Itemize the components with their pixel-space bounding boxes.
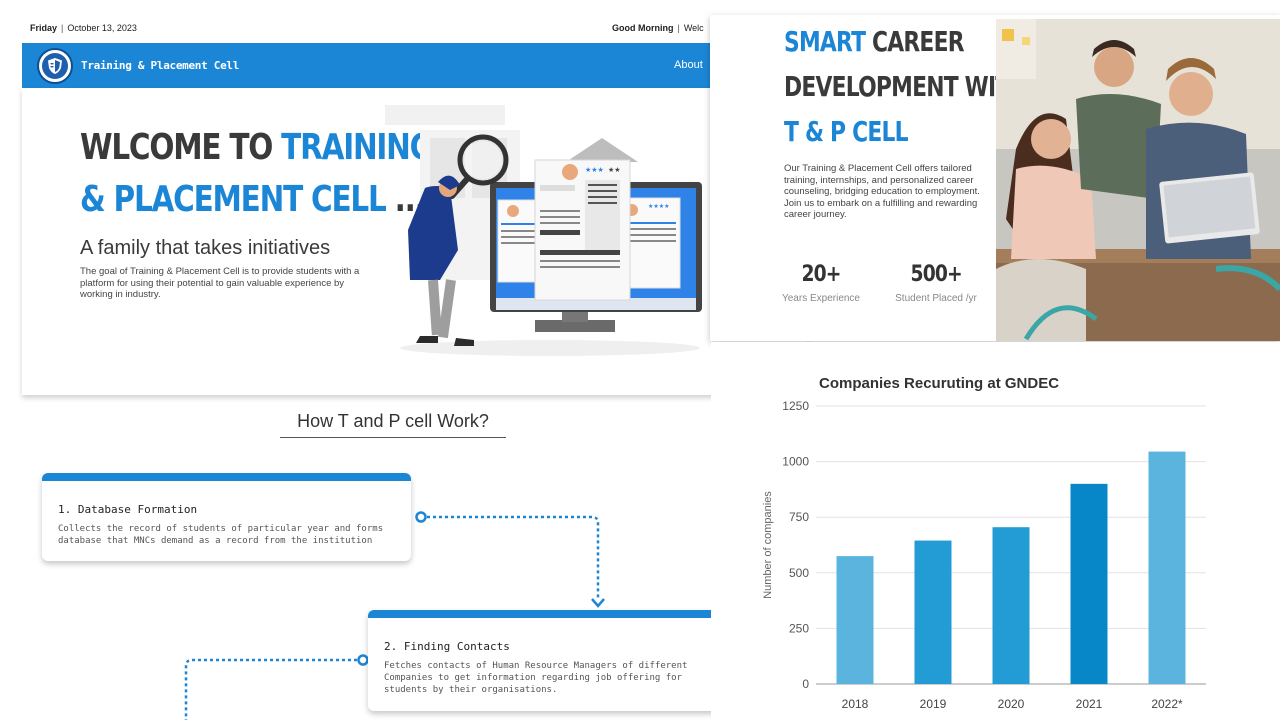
process-step-card: 2. Finding Contacts Fetches contacts of … bbox=[368, 610, 728, 711]
stat-years-experience: 20+ Years Experience bbox=[776, 262, 866, 304]
greeting-label: Good Morning bbox=[612, 23, 674, 33]
y-tick-label: 0 bbox=[802, 677, 809, 691]
step-title: 1. Database Formation bbox=[58, 503, 198, 516]
bar bbox=[1070, 483, 1108, 684]
stat-label: Years Experience bbox=[781, 293, 860, 304]
x-tick-label: 2021 bbox=[1076, 697, 1103, 711]
date-display: Friday | October 13, 2023 bbox=[30, 23, 137, 33]
greeting-display: Good Morning | Welc bbox=[612, 23, 704, 33]
welcome-label: Welc bbox=[683, 23, 704, 33]
y-tick-label: 500 bbox=[789, 566, 809, 580]
y-tick-label: 250 bbox=[789, 621, 809, 635]
college-logo[interactable] bbox=[37, 48, 73, 84]
stat-value: 20+ bbox=[801, 262, 841, 287]
bar-chart-svg: 0 250 500 750 1000 1250 2018 2019 2020 2021 2022* N… bbox=[762, 399, 1206, 711]
y-tick-label: 1250 bbox=[782, 399, 809, 413]
x-tick-label: 2020 bbox=[998, 697, 1025, 711]
bar bbox=[1148, 451, 1186, 684]
x-tick-label: 2022* bbox=[1151, 697, 1183, 711]
hero-description: The goal of Training & Placement Cell is… bbox=[80, 266, 360, 300]
step-title: 2. Finding Contacts bbox=[384, 640, 510, 653]
svg-text:★★★★: ★★★★ bbox=[648, 203, 670, 210]
stat-students-placed: 500+ Student Placed /yr bbox=[886, 262, 986, 304]
recruiter-illustration: ★★★★ ★★★ ★★ bbox=[385, 105, 702, 356]
students-photo bbox=[996, 19, 1280, 341]
bar bbox=[992, 527, 1030, 684]
companies-chart: Companies Recuruting at GNDEC 0 250 500 750… bbox=[711, 342, 1280, 720]
day-label: Friday bbox=[30, 23, 58, 33]
x-tick-label: 2019 bbox=[920, 697, 947, 711]
nav-link-about[interactable]: About bbox=[674, 59, 703, 71]
career-card: SMART CAREER DEVELOPMENT WITH T & P CELL… bbox=[710, 15, 1280, 341]
svg-text:★★★: ★★★ bbox=[585, 166, 604, 174]
step-description: Fetches contacts of Human Resource Manag… bbox=[384, 661, 688, 695]
y-axis-label: Number of companies bbox=[762, 491, 774, 599]
bar bbox=[836, 556, 874, 684]
shield-icon bbox=[48, 58, 62, 74]
hero-subtitle: A family that takes initiatives bbox=[80, 237, 331, 259]
how-it-works-title: How T and P cell Work? bbox=[297, 411, 489, 431]
career-description: Our Training & Placement Cell offers tai… bbox=[784, 163, 980, 220]
stat-value: 500+ bbox=[910, 262, 962, 287]
stat-label: Student Placed /yr bbox=[895, 293, 977, 304]
title-underline bbox=[280, 437, 506, 438]
svg-text:★★: ★★ bbox=[608, 166, 621, 174]
process-step-card: 1. Database Formation Collects the recor… bbox=[42, 473, 411, 561]
date-label: October 13, 2023 bbox=[67, 23, 137, 33]
main-navbar: Training & Placement Cell About bbox=[22, 43, 732, 88]
x-tick-label: 2018 bbox=[842, 697, 869, 711]
y-tick-label: 750 bbox=[789, 510, 809, 524]
y-tick-label: 1000 bbox=[782, 455, 809, 469]
step-description: Collects the record of students of parti… bbox=[58, 524, 384, 546]
brand-name[interactable]: Training & Placement Cell bbox=[81, 59, 239, 72]
bar bbox=[914, 540, 952, 684]
